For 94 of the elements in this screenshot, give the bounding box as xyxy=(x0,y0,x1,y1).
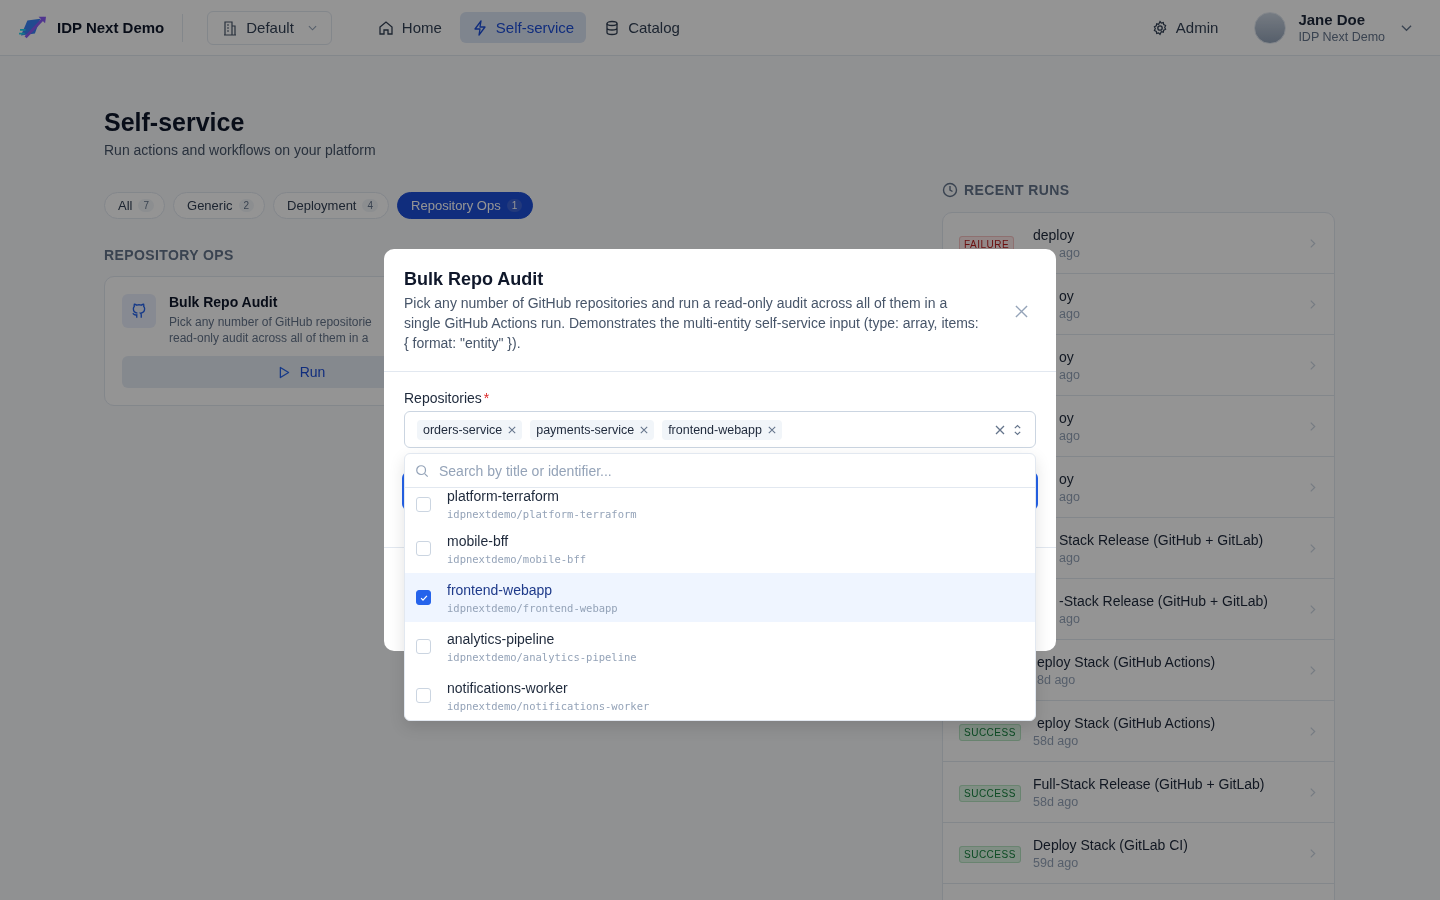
action-description: Pick any number of GitHub repositorie xyxy=(169,314,372,330)
run-name: Full-Stack Release (GitHub + GitLab) xyxy=(1033,775,1266,792)
chevron-right-icon xyxy=(1309,847,1316,859)
run-time: ago xyxy=(1058,367,1081,382)
nav-tab[interactable]: Self-service xyxy=(459,12,587,43)
workspace-select[interactable]: Default xyxy=(207,10,332,45)
nav-tab[interactable]: Catalog xyxy=(592,12,692,43)
filter-chip[interactable]: All 7 xyxy=(104,192,165,219)
chevron-right-icon xyxy=(1309,603,1316,615)
admin-link[interactable]: Admin xyxy=(1151,19,1219,36)
chevron-right-icon xyxy=(1309,481,1316,493)
chevron-right-icon xyxy=(1309,237,1316,249)
chevron-right-icon xyxy=(1309,786,1316,798)
option-name: notifications-worker xyxy=(447,679,569,696)
chevron-right-icon xyxy=(1309,725,1316,737)
repository-icon xyxy=(122,294,156,328)
run-name: oy xyxy=(1058,470,1075,487)
run-time: ago xyxy=(1058,245,1081,260)
run-time: ago xyxy=(1058,611,1081,626)
required-mark: * xyxy=(483,390,490,406)
section-heading: REPOSITORY OPS xyxy=(104,247,235,263)
option-path: idpnextdemo/notifications-worker xyxy=(447,699,650,712)
page-title: Self-service xyxy=(104,108,246,137)
repository-option[interactable]: frontend-webapp idpnextdemo/frontend-webapp xyxy=(405,573,1035,622)
option-path: idpnextdemo/frontend-webapp xyxy=(447,601,618,614)
run-time: 58d ago xyxy=(1033,733,1080,748)
checkbox[interactable] xyxy=(416,590,431,605)
run-time: ago xyxy=(1058,306,1081,321)
option-name: platform-terraform xyxy=(447,488,561,504)
status-badge: SUCCESS xyxy=(959,846,1021,863)
clock-icon xyxy=(942,182,958,198)
run-time: ago xyxy=(1058,489,1081,504)
selected-chip: payments-service xyxy=(530,419,655,440)
option-name: frontend-webapp xyxy=(447,581,554,598)
option-path: idpnextdemo/platform-terraform xyxy=(447,508,637,520)
run-name: eploy Stack (GitHub Actions) xyxy=(1036,714,1217,731)
selected-chip: orders-service xyxy=(417,419,523,440)
run-name: oy xyxy=(1058,409,1075,426)
database-icon xyxy=(604,19,621,36)
action-description: read-only audit across all of them in a xyxy=(169,330,370,346)
run-name: Stack Release (GitHub + GitLab) xyxy=(1058,531,1265,548)
option-name: mobile-bff xyxy=(447,532,510,549)
status-badge: SUCCESS xyxy=(959,724,1021,741)
chevron-right-icon xyxy=(1309,420,1316,432)
run-row[interactable]: SUCCESS Deploy Stack (GitLab CI) 59d ago xyxy=(943,823,1334,884)
chevron-right-icon xyxy=(1309,542,1316,554)
action-title: Bulk Repo Audit xyxy=(169,294,279,310)
sort-arrows-icon[interactable] xyxy=(1013,422,1022,437)
run-name: eploy Stack (GitHub Actions) xyxy=(1036,653,1217,670)
option-path: idpnextdemo/mobile-bff xyxy=(447,552,587,565)
chevron-right-icon xyxy=(1309,298,1316,310)
close-icon[interactable] xyxy=(1015,304,1028,318)
play-icon xyxy=(278,365,290,379)
selected-chip: frontend-webapp xyxy=(662,419,782,440)
run-time: 59d ago xyxy=(1033,855,1080,870)
field-label: Repositories xyxy=(404,390,482,406)
run-name: oy xyxy=(1058,287,1075,304)
brand-name: IDP Next Demo xyxy=(57,19,165,36)
remove-icon[interactable] xyxy=(508,425,517,434)
run-time: ago xyxy=(1058,428,1081,443)
run-time: 58d ago xyxy=(1033,794,1080,809)
filter-chip[interactable]: Generic 2 xyxy=(173,192,266,219)
nav-tab[interactable]: Home xyxy=(365,12,454,43)
settings-icon xyxy=(1151,19,1168,36)
home-icon xyxy=(377,19,394,36)
option-name: analytics-pipeline xyxy=(447,630,556,647)
status-badge: SUCCESS xyxy=(959,785,1021,802)
chevron-right-icon xyxy=(1309,664,1316,676)
building-icon xyxy=(222,19,239,36)
chevron-right-icon xyxy=(1309,359,1316,371)
option-path: idpnextdemo/analytics-pipeline xyxy=(447,650,637,663)
chevron-down-icon xyxy=(307,24,317,31)
run-name: -Stack Release (GitHub + GitLab) xyxy=(1058,592,1269,609)
run-name: oy xyxy=(1058,348,1075,365)
chevron-down-icon[interactable] xyxy=(1401,23,1412,32)
run-name: Deploy Stack (GitLab CI) xyxy=(1033,836,1189,853)
user-org: IDP Next Demo xyxy=(1298,30,1385,44)
remove-icon[interactable] xyxy=(640,425,649,434)
page-subtitle: Run actions and workflows on your platform xyxy=(104,142,377,158)
avatar[interactable] xyxy=(1254,11,1287,44)
multi-select-field[interactable]: orders-service payments-service frontend-webapp xyxy=(404,411,1036,448)
recent-runs-heading: RECENT RUNS xyxy=(964,182,1070,198)
modal-title: Bulk Repo Audit xyxy=(404,269,545,290)
run-row[interactable]: SUCCESS Full-Stack Release (GitHub + GitLab) 58d ago xyxy=(943,762,1334,823)
clear-icon[interactable] xyxy=(995,424,1005,435)
filter-chip[interactable]: Repository Ops 1 xyxy=(397,192,534,219)
remove-icon[interactable] xyxy=(767,425,776,434)
logo-icon xyxy=(18,14,48,41)
run-time: ago xyxy=(1058,550,1081,565)
user-name: Jane Doe xyxy=(1298,11,1367,28)
run-name: deploy xyxy=(1033,226,1076,243)
search-icon xyxy=(415,463,429,478)
run-time: 8d ago xyxy=(1036,672,1077,687)
filter-chip[interactable]: Deployment 4 xyxy=(273,192,390,219)
